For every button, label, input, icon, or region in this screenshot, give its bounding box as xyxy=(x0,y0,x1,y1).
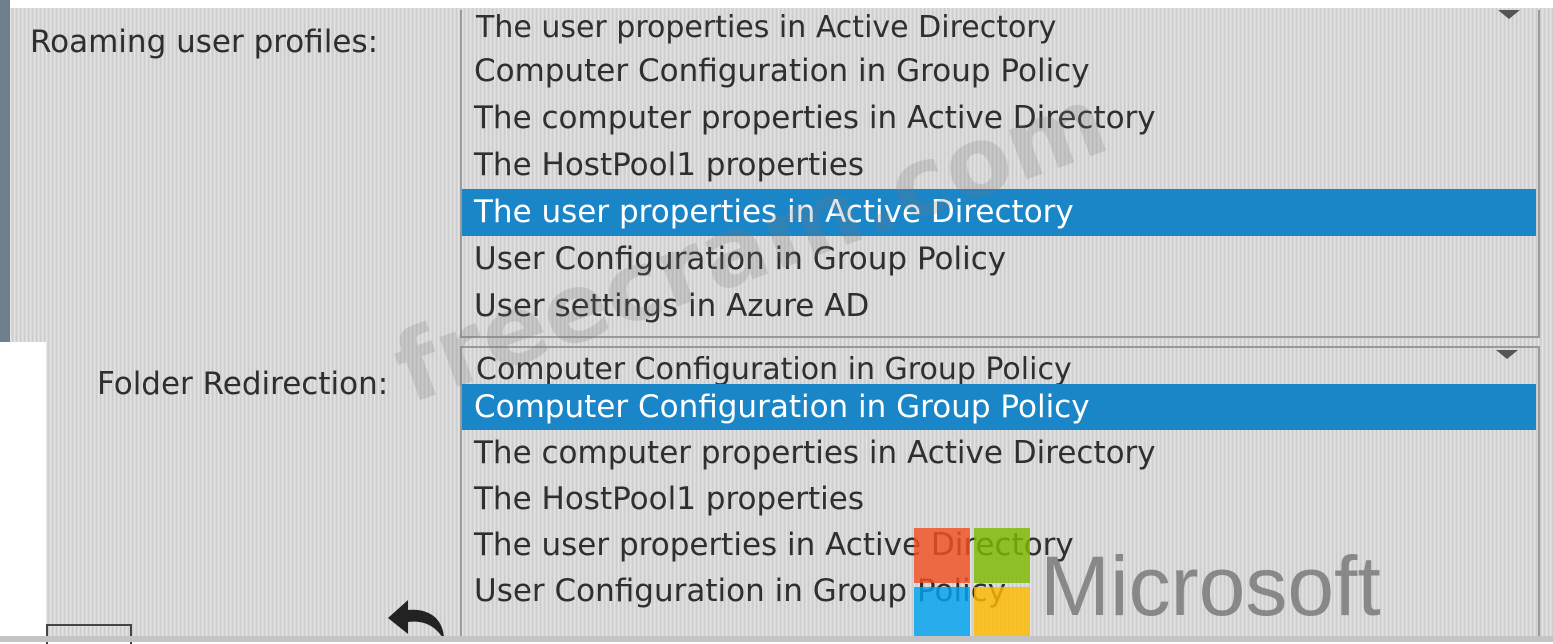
dropdown-option[interactable]: The HostPool1 properties xyxy=(462,476,1536,522)
chevron-down-icon[interactable] xyxy=(1498,10,1520,19)
bottom-divider xyxy=(0,636,1553,642)
dropdown-option[interactable]: Computer Configuration in Group Policy xyxy=(462,48,1536,95)
logo-square-green xyxy=(974,528,1030,583)
roaming-profiles-selected-value[interactable]: The user properties in Active Directory xyxy=(476,10,1056,45)
dropdown-option-selected[interactable]: Computer Configuration in Group Policy xyxy=(462,384,1536,430)
window-edge xyxy=(0,0,10,342)
logo-square-blue xyxy=(914,587,970,642)
undo-arrow-icon[interactable] xyxy=(384,592,454,642)
logo-square-red xyxy=(914,528,970,583)
logo-square-yellow xyxy=(974,587,1030,642)
roaming-profiles-label: Roaming user profiles: xyxy=(30,24,379,60)
microsoft-logo-text: Microsoft xyxy=(1040,539,1381,633)
chevron-down-icon[interactable] xyxy=(1496,350,1518,359)
folder-redirection-label: Folder Redirection: xyxy=(97,366,389,402)
dropdown-option[interactable]: The computer properties in Active Direct… xyxy=(462,430,1536,476)
microsoft-logo-icon xyxy=(914,528,1030,642)
